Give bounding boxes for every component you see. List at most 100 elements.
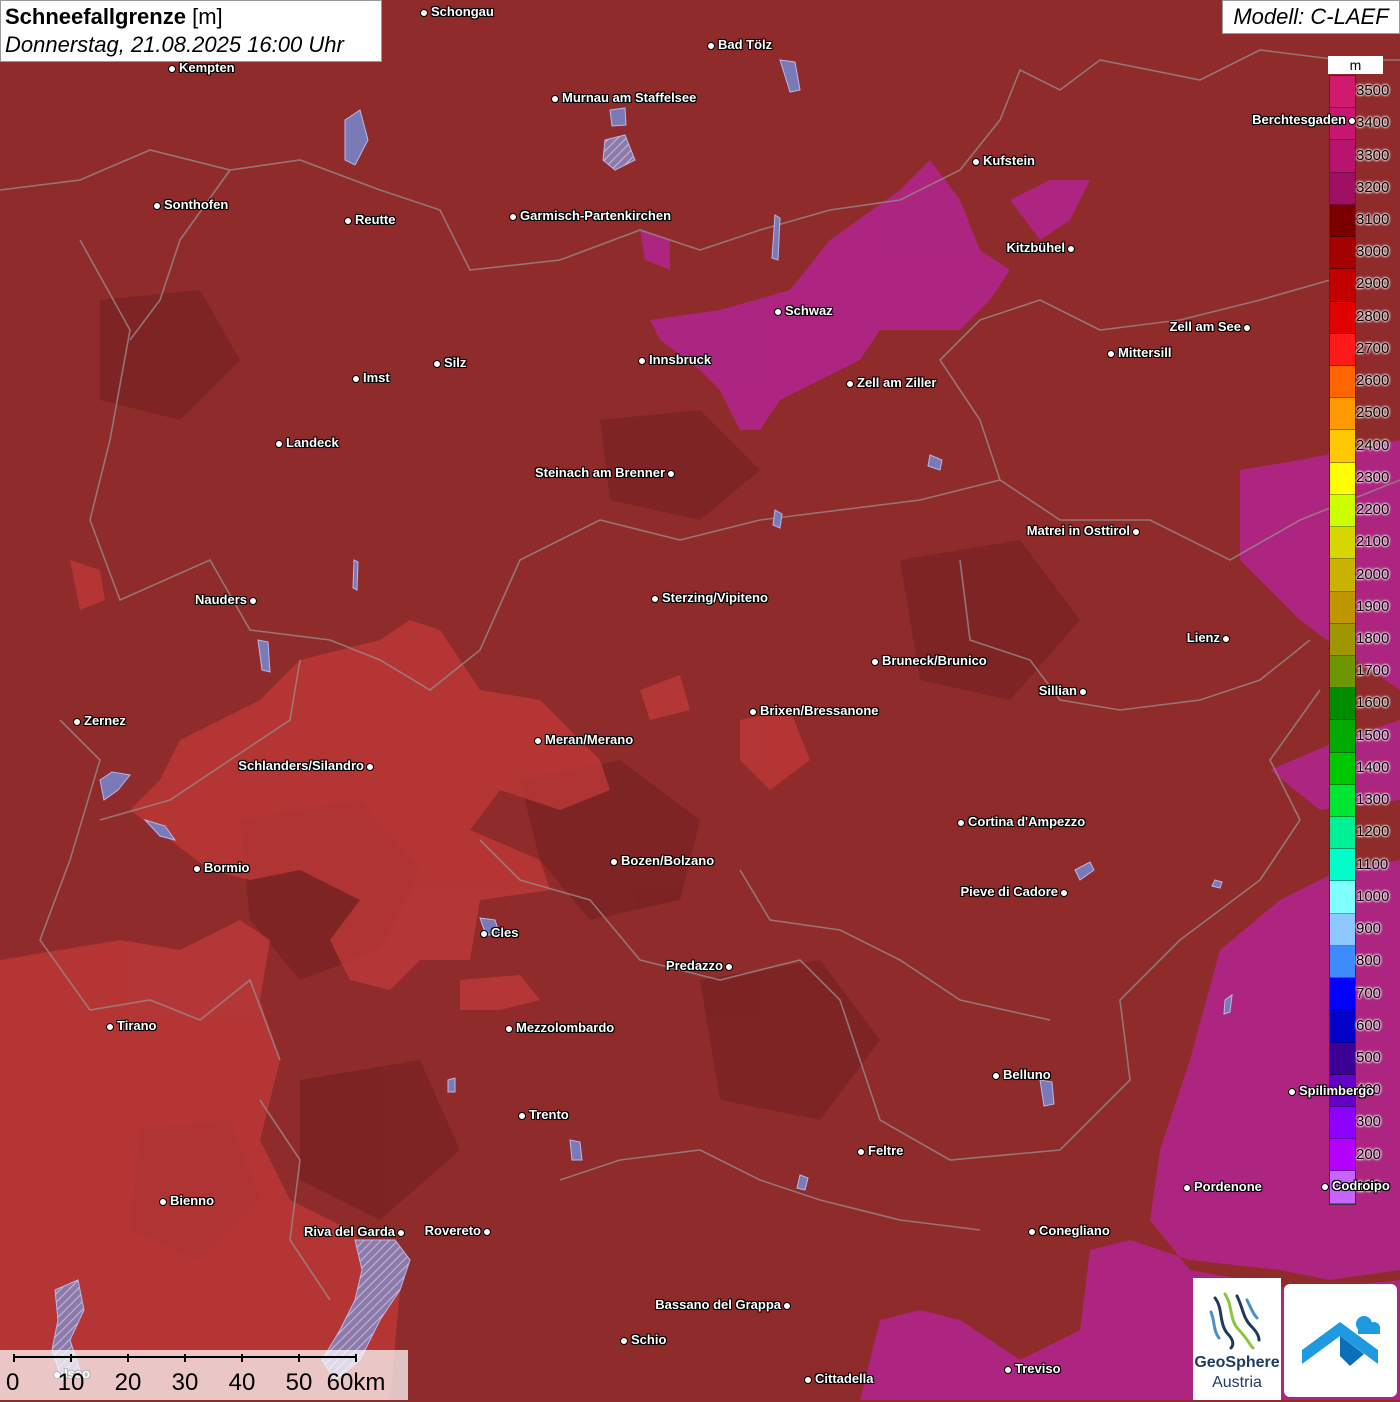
city-label: Sonthofen (164, 197, 229, 212)
legend-swatch (1330, 76, 1355, 109)
city-marker (1004, 1366, 1012, 1374)
city-marker (972, 158, 980, 166)
scale-tick (70, 1354, 72, 1362)
legend-unit: m (1328, 56, 1383, 74)
city-marker (397, 1229, 405, 1237)
legend-level-label: 1500 (1356, 726, 1390, 744)
city-marker (1222, 635, 1230, 643)
scale-label: 40 (228, 1369, 256, 1396)
scale-tick (127, 1354, 129, 1362)
city-label: Zell am See (1169, 319, 1241, 334)
city-marker (352, 375, 360, 383)
scale-label: 10 (57, 1369, 85, 1396)
legend-level-label: 900 (1356, 920, 1382, 938)
city-marker (804, 1376, 812, 1384)
city-label: Schongau (431, 4, 494, 19)
geosphere-austria-logo[interactable]: GeoSphere Austria (1193, 1278, 1281, 1400)
city-marker (433, 360, 441, 368)
city-label: Spilimbergo (1299, 1083, 1375, 1098)
legend-swatch (1330, 1139, 1355, 1172)
city-label: Schlanders/Silandro (238, 758, 364, 773)
city-marker (168, 65, 176, 73)
city-marker (749, 708, 757, 716)
legend-level-label: 500 (1356, 1048, 1382, 1066)
scale-tick (241, 1354, 243, 1362)
city-marker (1079, 688, 1087, 696)
city-label: Bozen/Bolzano (621, 853, 715, 868)
legend-swatch (1330, 849, 1355, 882)
scale-bar: 0 10 20 30 40 50 60km (0, 1350, 408, 1400)
legend-swatch (1330, 881, 1355, 914)
legend-level-label: 300 (1356, 1113, 1382, 1131)
city-marker (505, 1025, 513, 1033)
legend-swatch (1330, 1107, 1355, 1140)
city-label: Bruneck/Brunico (882, 653, 987, 668)
city-marker (667, 470, 675, 478)
legend-level-label: 800 (1356, 952, 1382, 970)
legend-swatch (1330, 591, 1355, 624)
city-label: Garmisch-Partenkirchen (520, 208, 672, 223)
city-label: Bassano del Grappa (655, 1297, 781, 1312)
legend-swatch (1330, 817, 1355, 850)
legend-swatch (1330, 655, 1355, 689)
legend-level-label: 1800 (1356, 630, 1390, 647)
city-label: Belluno (1003, 1067, 1051, 1082)
city-label: Schwaz (785, 303, 833, 318)
scale-tick (184, 1354, 186, 1362)
scale-label: 50 (285, 1369, 313, 1396)
city-marker (420, 9, 428, 17)
city-label: Lienz (1186, 630, 1220, 645)
city-marker (871, 658, 879, 666)
city-marker (774, 308, 782, 316)
legend-swatch (1330, 623, 1355, 656)
legend-swatch (1330, 784, 1355, 818)
city-marker (1321, 1183, 1329, 1191)
city-marker (249, 597, 257, 605)
title-parameter: Schneefallgrenze (5, 4, 186, 29)
legend-swatch (1330, 720, 1355, 753)
legend-level-label: 2800 (1356, 307, 1390, 325)
map-datetime: Donnerstag, 21.08.2025 16:00 Uhr (5, 32, 344, 57)
city-marker (992, 1072, 1000, 1080)
city-marker (551, 95, 559, 103)
city-label: Kempten (179, 60, 235, 75)
weather-app-logo[interactable] (1284, 1284, 1397, 1397)
city-label: Berchtesgaden (1252, 112, 1346, 127)
city-label: Zernez (84, 713, 126, 728)
city-marker (638, 357, 646, 365)
city-label: Bad Tölz (718, 37, 773, 52)
model-label: Modell: C-LAEF (1222, 0, 1400, 34)
city-marker (106, 1023, 114, 1031)
legend-level-label: 2100 (1356, 533, 1390, 551)
city-label: Treviso (1015, 1361, 1061, 1376)
city-label: Cles (491, 925, 519, 940)
city-marker (193, 865, 201, 873)
city-label: Sillian (1038, 683, 1077, 698)
city-label: Innsbruck (649, 352, 712, 367)
legend-level-label: 700 (1356, 984, 1382, 1002)
city-label: Riva del Garda (303, 1224, 395, 1239)
city-label: Bormio (204, 860, 250, 875)
legend-swatch (1330, 269, 1355, 302)
city-label: Tirano (117, 1018, 157, 1033)
city-marker (957, 819, 965, 827)
city-marker (344, 217, 352, 225)
legend-swatch (1330, 945, 1355, 979)
legend-level-label: 2000 (1356, 565, 1390, 583)
city-label: Cittadella (815, 1371, 874, 1386)
city-label: Nauders (194, 592, 247, 607)
city-marker (534, 737, 542, 745)
city-marker (1288, 1088, 1296, 1096)
city-label: Cortina d'Ampezzo (968, 814, 1086, 829)
legend-swatch (1330, 1042, 1355, 1075)
city-marker (153, 202, 161, 210)
legend-swatch (1330, 430, 1355, 463)
app-roof-cloud-icon (1302, 1316, 1380, 1366)
city-marker (620, 1337, 628, 1345)
scale-label: 0 (6, 1369, 20, 1396)
legend-swatch (1330, 140, 1355, 173)
legend-level-label: 1000 (1356, 887, 1390, 905)
city-marker (725, 963, 733, 971)
legend-level-label: 1100 (1356, 855, 1389, 873)
title-unit: [m] (192, 4, 223, 29)
